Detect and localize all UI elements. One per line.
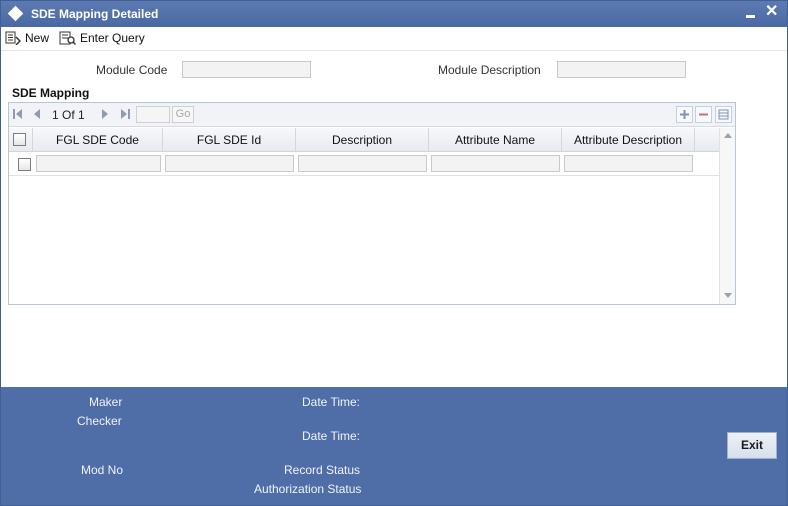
table-row [9,152,719,176]
fgl-sde-id-cell[interactable] [165,155,294,172]
go-button[interactable]: Go [172,106,194,123]
row-select-checkbox[interactable] [18,158,31,171]
delete-row-button[interactable] [695,106,712,123]
fgl-sde-code-cell[interactable] [36,155,161,172]
record-status-label: Record Status [284,463,361,477]
page-indicator: 1 Of 1 [52,108,85,122]
authorization-status-label: Authorization Status [254,482,362,496]
minus-icon [699,113,708,116]
app-diamond-icon [7,5,24,22]
new-label: New [25,31,50,45]
description-cell[interactable] [298,155,427,172]
scroll-down-icon[interactable] [724,293,732,298]
new-button[interactable]: New [5,29,49,47]
enter-query-icon [59,31,76,45]
checker-date-time-label: Date Time: [302,429,361,443]
attribute-description-cell[interactable] [564,155,693,172]
window-title: SDE Mapping Detailed [31,7,159,21]
checker-label: Checker [77,414,122,428]
header-select-cell [9,128,33,152]
select-all-checkbox[interactable] [13,133,26,146]
grid-header: FGL SDE Code FGL SDE Id Description Attr… [9,128,719,152]
add-icon [680,110,689,119]
maker-label: Maker [89,395,123,409]
title-bar: SDE Mapping Detailed ✕ [1,1,787,27]
close-icon[interactable]: ✕ [765,3,778,21]
first-page-icon[interactable] [13,108,23,120]
enter-query-button[interactable]: Enter Query [59,29,145,47]
new-icon [5,31,21,45]
maker-date-time-label: Date Time: [302,395,361,409]
attribute-name-cell[interactable] [431,155,560,172]
minimize-icon[interactable] [746,15,755,18]
column-header-fgl-sde-code[interactable]: FGL SDE Code [33,128,163,152]
module-code-label: Module Code [96,63,168,77]
enter-query-label: Enter Query [80,31,145,45]
vertical-scrollbar[interactable] [719,128,735,304]
single-view-button[interactable] [715,106,732,123]
toolbar: New Enter Query [1,27,787,51]
page-number-input[interactable] [136,106,170,123]
column-header-attribute-description[interactable]: Attribute Description [562,128,695,152]
module-description-label: Module Description [438,63,541,77]
next-page-icon[interactable] [101,108,109,120]
mod-no-label: Mod No [81,463,124,477]
module-code-field[interactable] [182,61,311,78]
list-icon [718,109,729,120]
scroll-up-icon[interactable] [724,133,732,138]
sde-mapping-window: SDE Mapping Detailed ✕ New Enter Query M… [0,0,788,506]
column-header-attribute-name[interactable]: Attribute Name [429,128,562,152]
sde-mapping-grid: 1 Of 1 Go FGL SDE Code FGL SDE Id Descri… [8,102,736,305]
prev-page-icon[interactable] [33,108,41,120]
last-page-icon[interactable] [120,108,130,120]
audit-footer: Maker Checker Date Time: Date Time: Mod … [1,387,787,505]
exit-button[interactable]: Exit [727,432,777,459]
module-description-field[interactable] [557,61,686,78]
pager-bar: 1 Of 1 Go [9,103,735,127]
column-header-description[interactable]: Description [296,128,429,152]
add-row-button[interactable] [676,106,693,123]
column-header-fgl-sde-id[interactable]: FGL SDE Id [163,128,296,152]
section-title: SDE Mapping [12,86,90,100]
